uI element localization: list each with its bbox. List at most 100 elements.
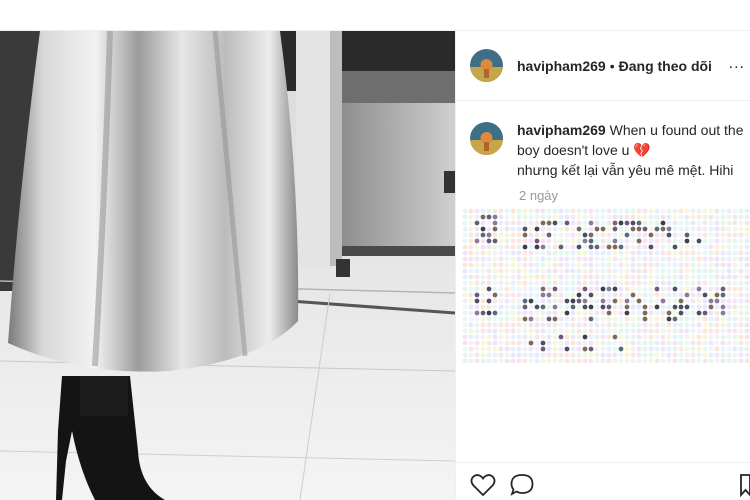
post-timestamp[interactable]: 2 ngày: [519, 188, 558, 203]
blur-dot: [690, 334, 696, 340]
blur-dot: [636, 214, 642, 220]
blur-dot: [498, 232, 504, 238]
blur-dot: [528, 340, 534, 346]
blur-dot: [648, 226, 654, 232]
caption-avatar[interactable]: [470, 122, 503, 155]
blur-dot: [492, 256, 498, 262]
blur-dot: [504, 328, 510, 334]
bookmark-icon[interactable]: [740, 473, 750, 500]
blur-dot: [696, 286, 702, 292]
blur-dot: [618, 346, 624, 352]
blur-dot: [606, 220, 612, 226]
blur-dot: [732, 226, 738, 232]
blur-dot: [522, 346, 528, 352]
blur-dot: [474, 304, 480, 310]
following-button[interactable]: Đang theo dõi: [619, 58, 712, 74]
blur-dot: [684, 238, 690, 244]
blur-dot: [702, 352, 708, 358]
blur-dot: [570, 358, 576, 363]
blur-dot: [648, 358, 654, 363]
blur-dot: [684, 232, 690, 238]
blur-dot: [720, 352, 726, 358]
blur-dot: [648, 250, 654, 256]
blur-dot: [666, 232, 672, 238]
blur-dot: [618, 328, 624, 334]
blur-dot: [648, 268, 654, 274]
post-author-username[interactable]: havipham269: [517, 58, 606, 74]
blur-dot: [462, 328, 468, 334]
blur-dot: [648, 322, 654, 328]
blur-dot: [528, 304, 534, 310]
blur-dot: [510, 328, 516, 334]
blur-dot: [516, 226, 522, 232]
blur-dot: [492, 286, 498, 292]
blur-dot: [606, 208, 612, 214]
avatar[interactable]: [470, 49, 503, 82]
blur-dot: [666, 358, 672, 363]
blur-dot: [648, 286, 654, 292]
blur-dot: [546, 274, 552, 280]
blur-dot: [492, 316, 498, 322]
blur-dot: [594, 274, 600, 280]
blur-dot: [498, 286, 504, 292]
blur-dot: [546, 316, 552, 322]
blur-dot: [504, 274, 510, 280]
blur-dot: [630, 274, 636, 280]
blur-dot: [492, 226, 498, 232]
blur-dot: [510, 340, 516, 346]
blur-dot: [618, 316, 624, 322]
speech-bubble-icon[interactable]: [509, 473, 535, 500]
blur-dot: [492, 352, 498, 358]
blur-dot: [636, 268, 642, 274]
post-side-panel: havipham269 • Đang theo dõi ... havipham…: [455, 31, 750, 500]
blur-dot: [522, 310, 528, 316]
blur-dot: [582, 304, 588, 310]
blur-dot: [528, 214, 534, 220]
blur-dot: [600, 250, 606, 256]
blur-dot: [582, 346, 588, 352]
blur-dot: [732, 346, 738, 352]
caption-username[interactable]: havipham269: [517, 122, 606, 138]
blur-dot: [570, 316, 576, 322]
blur-dot: [564, 226, 570, 232]
blur-dot: [510, 256, 516, 262]
blur-dot: [654, 334, 660, 340]
blur-dot: [528, 286, 534, 292]
blur-dot: [600, 220, 606, 226]
blur-dot: [606, 358, 612, 363]
blur-dot: [726, 214, 732, 220]
blur-dot: [462, 226, 468, 232]
blur-dot: [564, 346, 570, 352]
blur-dot: [630, 298, 636, 304]
blur-dot: [564, 238, 570, 244]
post-image[interactable]: [0, 31, 455, 500]
heart-outline-icon[interactable]: [470, 473, 496, 500]
blur-dot: [636, 280, 642, 286]
blur-dot: [582, 310, 588, 316]
blur-dot: [666, 298, 672, 304]
blur-dot: [612, 316, 618, 322]
blur-dot: [648, 274, 654, 280]
blur-dot: [486, 286, 492, 292]
blur-dot: [708, 256, 714, 262]
more-options-icon[interactable]: ...: [729, 55, 745, 73]
blur-dot: [624, 226, 630, 232]
blur-dot: [702, 268, 708, 274]
blur-dot: [738, 316, 744, 322]
blur-dot: [654, 274, 660, 280]
blur-dot: [660, 346, 666, 352]
blur-dot: [546, 346, 552, 352]
blur-dot: [612, 238, 618, 244]
blur-dot: [462, 298, 468, 304]
blur-dot: [696, 214, 702, 220]
blur-dot: [510, 334, 516, 340]
blur-dot: [690, 358, 696, 363]
blur-dot: [582, 322, 588, 328]
blur-dot: [678, 292, 684, 298]
blur-dot: [486, 250, 492, 256]
blur-dot: [624, 262, 630, 268]
blur-dot: [564, 304, 570, 310]
blur-dot: [462, 286, 468, 292]
blur-dot: [720, 256, 726, 262]
blur-dot: [666, 214, 672, 220]
